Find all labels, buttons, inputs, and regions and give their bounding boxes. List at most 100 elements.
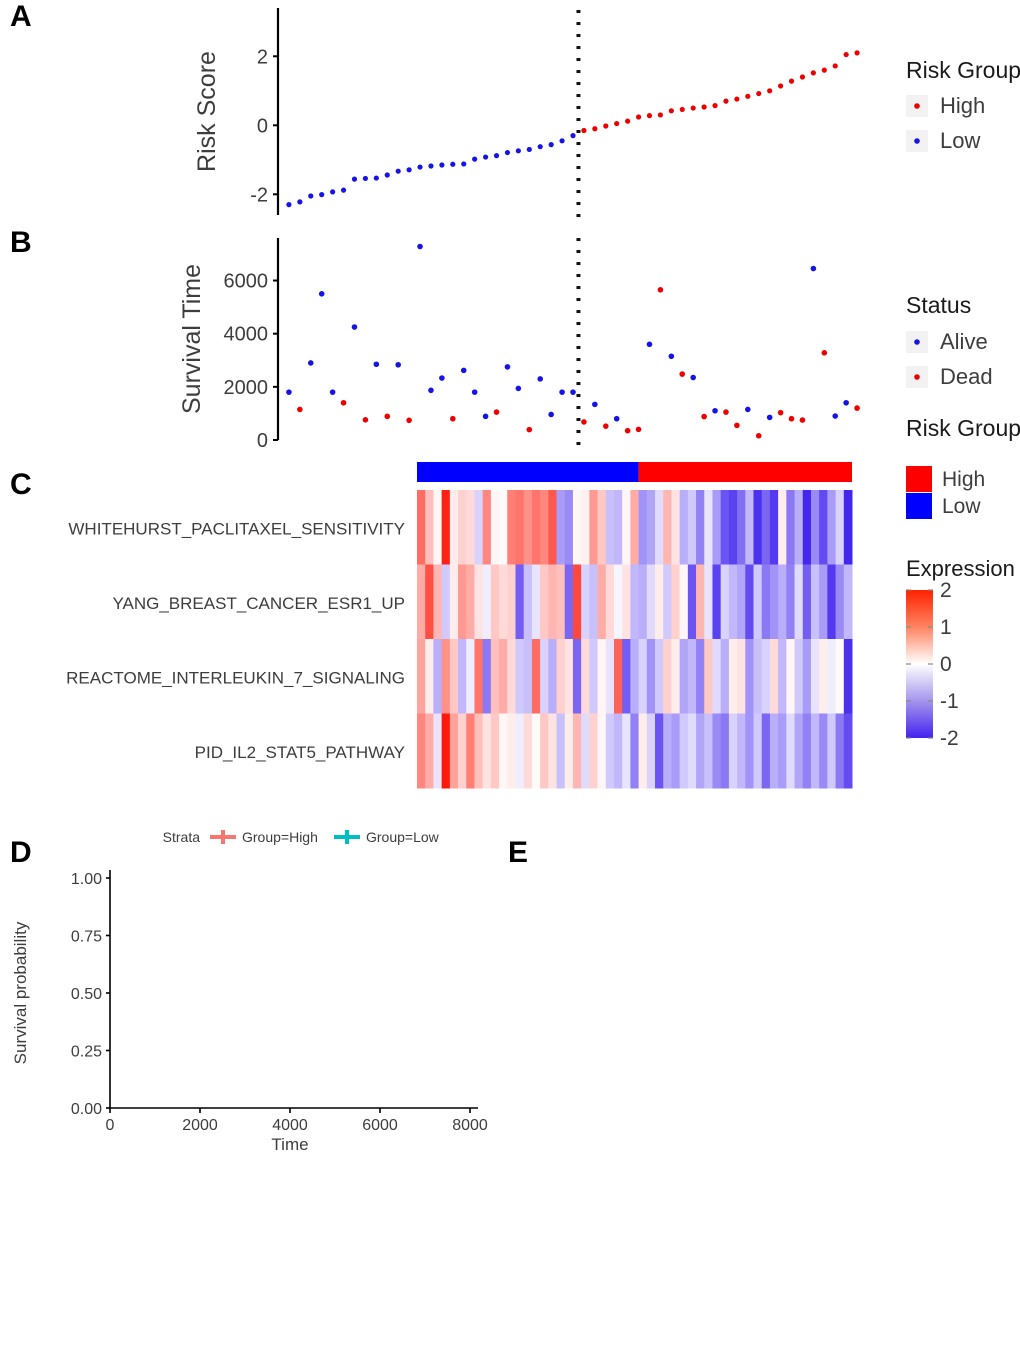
- panel-a-legend-label: Low: [940, 128, 980, 153]
- heatmap-cell: [425, 564, 434, 640]
- heatmap-cell: [417, 713, 426, 789]
- heatmap-cell: [556, 490, 566, 565]
- panel-c-risk-annotation-bar: [417, 462, 852, 482]
- heatmap-cell: [687, 713, 697, 789]
- heatmap-cell: [794, 564, 804, 640]
- panel-a-ytick: 0: [257, 115, 268, 137]
- heatmap-cell: [425, 490, 434, 565]
- panel-c-expression-legend: Expression2 1 0 -1 -2: [906, 556, 1015, 750]
- heatmap-cell: [687, 639, 697, 714]
- heatmap-cell: [466, 490, 475, 565]
- heatmap-cell: [655, 490, 664, 565]
- heatmap-cell: [802, 490, 812, 565]
- heatmap-cell: [712, 713, 722, 789]
- heatmap-cell: [663, 639, 672, 714]
- panel-a-ytick: -2: [250, 184, 268, 206]
- panel-c-heatmap-grid: [417, 490, 853, 789]
- heatmap-cell: [704, 713, 713, 789]
- heatmap-cell: [458, 639, 467, 714]
- heatmap-cell: [712, 564, 722, 640]
- heatmap-cell: [417, 639, 426, 714]
- heatmap-cell: [671, 713, 681, 789]
- panel-c-colorbar-tick: -1: [940, 690, 959, 713]
- heatmap-cell: [761, 713, 771, 789]
- heatmap-cell: [728, 564, 738, 640]
- heatmap-cell: [638, 639, 648, 714]
- heatmap-cell: [499, 490, 508, 565]
- heatmap-cell: [696, 564, 705, 640]
- panel-b-legend-label: Alive: [940, 329, 988, 354]
- heatmap-cell: [548, 639, 558, 714]
- heatmap-cell: [433, 564, 443, 640]
- heatmap-cell: [761, 490, 771, 565]
- heatmap-cell: [696, 639, 705, 714]
- heatmap-cell: [474, 639, 484, 714]
- panel-c-risk-legend-label: Low: [942, 495, 981, 518]
- heatmap-cell: [671, 639, 681, 714]
- heatmap-cell: [802, 564, 812, 640]
- heatmap-cell: [523, 639, 533, 714]
- panel-a-ytick: 2: [257, 46, 268, 68]
- heatmap-cell: [622, 490, 631, 565]
- heatmap-cell: [564, 639, 574, 714]
- panel-d-ytick: 1.00: [71, 871, 102, 888]
- heatmap-cell: [523, 490, 533, 565]
- panel-a-series-low: [286, 133, 576, 208]
- heatmap-cell: [663, 713, 672, 789]
- panel-e-svg: [510, 830, 1020, 1347]
- heatmap-cell: [679, 490, 689, 565]
- panel-c-row-label: PID_IL2_STAT5_PATHWAY: [195, 743, 405, 762]
- heatmap-cell: [449, 490, 459, 565]
- heatmap-cell: [523, 564, 533, 640]
- heatmap-cell: [745, 639, 755, 714]
- panel-b-legend: Status Alive Dead: [906, 292, 993, 389]
- heatmap-cell: [745, 490, 755, 565]
- heatmap-cell: [769, 713, 779, 789]
- heatmap-cell: [417, 564, 426, 640]
- heatmap-cell: [458, 564, 467, 640]
- heatmap-cell: [810, 490, 820, 565]
- heatmap-cell: [671, 564, 681, 640]
- panel-d-xtick: 4000: [272, 1117, 308, 1134]
- heatmap-cell: [802, 713, 812, 789]
- heatmap-cell: [663, 564, 672, 640]
- heatmap-cell: [613, 639, 623, 714]
- heatmap-cell: [655, 564, 664, 640]
- heatmap-cell: [786, 490, 796, 565]
- heatmap-cell: [720, 639, 730, 714]
- heatmap-cell: [786, 639, 796, 714]
- heatmap-cell: [745, 564, 755, 640]
- heatmap-cell: [778, 713, 787, 789]
- heatmap-cell: [556, 713, 566, 789]
- heatmap-cell: [819, 639, 828, 714]
- panel-d-y-label: Survival probability: [11, 921, 30, 1064]
- heatmap-cell: [531, 639, 541, 714]
- heatmap-cell: [564, 713, 574, 789]
- heatmap-cell: [696, 713, 705, 789]
- panel-a-legend-title: Risk Group: [906, 57, 1020, 83]
- annotation-high: [638, 462, 852, 482]
- panel-c-risk-swatch: [906, 493, 932, 519]
- heatmap-cell: [605, 564, 615, 640]
- panel-c-risk-legend-label: High: [942, 468, 985, 491]
- heatmap-cell: [433, 490, 443, 565]
- heatmap-cell: [720, 564, 730, 640]
- heatmap-cell: [646, 639, 656, 714]
- panel-b-legend-label: Dead: [940, 364, 993, 389]
- heatmap-cell: [613, 713, 623, 789]
- heatmap-cell: [835, 639, 845, 714]
- heatmap-cell: [761, 639, 771, 714]
- heatmap-cell: [589, 639, 599, 714]
- heatmap-cell: [835, 564, 845, 640]
- panel-a-legend-label: High: [940, 93, 985, 118]
- heatmap-cell: [638, 490, 648, 565]
- heatmap-cell: [572, 490, 582, 565]
- panel-b-y-label: Survival Time: [178, 264, 206, 414]
- heatmap-cell: [622, 639, 631, 714]
- heatmap-cell: [630, 639, 640, 714]
- heatmap-cell: [679, 564, 689, 640]
- panel-c-heatmap: WHITEHURST_PACLITAXEL_SENSITIVITY YANG_BR…: [0, 458, 1020, 810]
- heatmap-cell: [523, 713, 533, 789]
- heatmap-cell: [728, 490, 738, 565]
- heatmap-cell: [835, 490, 845, 565]
